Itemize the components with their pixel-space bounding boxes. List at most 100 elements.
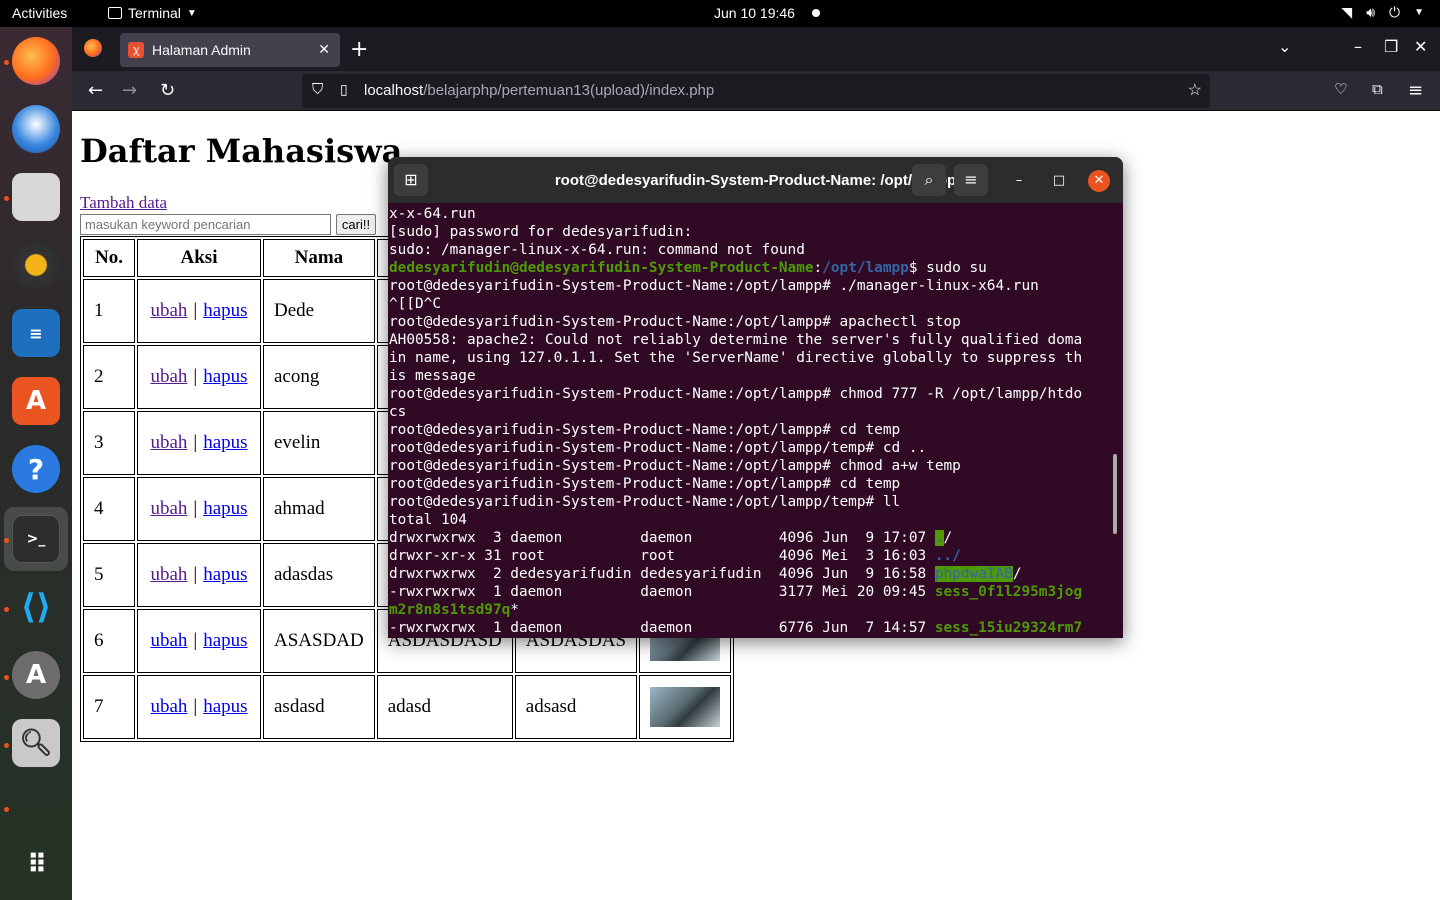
edit-link[interactable]: ubah [150,432,187,453]
running-indicator [4,60,9,65]
search-button[interactable]: cari!! [336,214,376,235]
row-number: 4 [83,477,135,541]
edit-link[interactable]: ubah [150,366,187,387]
nav-bar: ← → ↻ ⛉ ▯ localhost/belajarphp/pertemuan… [72,71,1440,111]
terminal-text: ^[[D^C [389,296,441,312]
tab-title: Halaman Admin [152,42,251,58]
show-apps-icon[interactable]: ⠿ [12,841,60,889]
terminal-output[interactable]: x-x-64.run [sudo] password for dedesyarif… [389,205,1111,638]
search-input[interactable]: masukan keyword pencarian [80,214,331,235]
listing-prefix: drwxrwxrwx 2 dedesyarifudin dedesyarifud… [389,566,935,582]
firefox-icon[interactable] [12,37,60,85]
terminal-line: -rwxrwxrwx 1 daemon daemon 3177 Mei 20 0… [389,583,1111,601]
student-name: evelin [263,411,375,475]
row-actions: ubah | hapus [137,675,261,739]
prompt-path: /opt/lampp [822,260,909,276]
terminal-text: total 104 [389,512,467,528]
terminal-icon[interactable]: >_ [12,515,60,563]
delete-link[interactable]: hapus [203,498,247,519]
column-header: No. [83,239,135,277]
app-menu[interactable]: Terminal ▼ [108,5,197,21]
terminal-text: in name, using 127.0.1.1. Set the 'Serve… [389,350,1083,366]
terminal-text: root@dedesyarifudin-System-Product-Name:… [389,278,1039,294]
add-data-link[interactable]: Tambah data [80,193,167,213]
help-icon[interactable]: ? [12,445,60,493]
column-header: Aksi [137,239,261,277]
dock: ≡ A ? >_ ⟨⟩ A 🔍︎ ⠿ [0,27,72,900]
scrollbar[interactable] [1113,454,1117,534]
separator: | [193,366,198,387]
delete-link[interactable]: hapus [203,366,247,387]
terminal-header: ⊞ root@dedesyarifudin-System-Product-Nam… [388,157,1123,203]
vscode-icon[interactable]: ⟨⟩ [12,583,60,631]
menu-icon[interactable]: ≡ [1408,80,1423,101]
maximize-icon[interactable]: □ [1048,170,1070,192]
row-actions: ubah | hapus [137,543,261,607]
app-center-icon[interactable]: A [12,377,60,425]
minimize-icon[interactable]: – [1008,170,1030,192]
edit-link[interactable]: ubah [150,300,187,321]
close-icon[interactable]: ✕ [1088,170,1110,192]
terminal-line: root@dedesyarifudin-System-Product-Name:… [389,421,1111,439]
terminal-line: sudo: /manager-linux-x-64.run: command n… [389,241,1111,259]
list-tabs-icon[interactable]: ⌄ [1278,37,1291,56]
terminal-line: total 104 [389,511,1111,529]
url-text: localhost/belajarphp/pertemuan13(upload)… [364,82,714,99]
extensions-icon[interactable]: ⧉ [1372,80,1383,98]
reload-icon[interactable]: ↻ [160,80,175,101]
terminal-text: root@dedesyarifudin-System-Product-Name:… [389,494,901,510]
tracking-protection-icon[interactable]: ⛉ [312,81,323,98]
back-icon[interactable]: ← [88,80,103,101]
thunderbird-icon[interactable] [12,105,60,153]
forward-icon[interactable]: → [122,80,137,101]
terminal-line: dedesyarifudin@dedesyarifudin-System-Pro… [389,259,1111,277]
listing-suffix: / [943,530,953,546]
student-photo [650,687,721,727]
files-icon[interactable] [12,173,60,221]
new-tab-button[interactable]: + [350,37,368,62]
edit-link[interactable]: ubah [150,498,187,519]
terminal-line: root@dedesyarifudin-System-Product-Name:… [389,439,1111,457]
firefox-view-icon[interactable] [84,39,102,57]
search-icon[interactable]: ⌕ [912,164,946,196]
image-viewer-icon[interactable]: 🔍︎ [12,719,60,767]
terminal-line: root@dedesyarifudin-System-Product-Name:… [389,385,1111,403]
url-bar[interactable]: ⛉ ▯ localhost/belajarphp/pertemuan13(upl… [302,74,1210,108]
activities-button[interactable]: Activities [12,5,67,21]
delete-link[interactable]: hapus [203,432,247,453]
pocket-icon[interactable]: ♡ [1334,80,1347,98]
minimize-icon[interactable]: – [1354,37,1362,56]
delete-link[interactable]: hapus [203,630,247,651]
delete-link[interactable]: hapus [203,564,247,585]
delete-link[interactable]: hapus [203,696,247,717]
cell: adsasd [514,675,638,739]
close-icon[interactable]: ✕ [318,41,330,58]
tab-halaman-admin[interactable]: ꭓ Halaman Admin ✕ [120,33,340,67]
terminal-line: drwxrwxrwx 2 dedesyarifudin dedesyarifud… [389,565,1111,583]
system-tray[interactable]: ◥ 🔊︎ ⏻ ▼ [1341,4,1424,21]
bookmark-star-icon[interactable]: ☆ [1188,80,1202,100]
prompt-command: $ sudo su [908,260,987,276]
running-indicator [4,196,9,201]
maximize-icon[interactable]: ❐ [1384,37,1398,56]
cell: adasd [376,675,513,739]
hamburger-menu-icon[interactable]: ≡ [954,164,988,196]
separator: | [193,432,198,453]
running-indicator [4,607,9,612]
delete-link[interactable]: hapus [203,300,247,321]
edit-link[interactable]: ubah [150,696,187,717]
listing-suffix: * [510,602,519,618]
rhythmbox-icon[interactable] [12,241,60,289]
terminal-text: AH00558: apache2: Could not reliably det… [389,332,1083,348]
edit-link[interactable]: ubah [150,630,187,651]
close-window-icon[interactable]: ✕ [1414,37,1427,56]
separator: | [193,564,198,585]
edit-link[interactable]: ubah [150,564,187,585]
terminal-line: -rwxrwxrwx 1 daemon daemon 6776 Jun 7 14… [389,619,1111,637]
running-indicator [4,538,9,543]
clock[interactable]: Jun 10 19:46 [714,5,795,21]
libreoffice-writer-icon[interactable]: ≡ [12,309,60,357]
page-info-icon[interactable]: ▯ [340,81,348,98]
software-updater-icon[interactable]: A [12,651,60,699]
chevron-down-icon: ▼ [1414,7,1424,18]
